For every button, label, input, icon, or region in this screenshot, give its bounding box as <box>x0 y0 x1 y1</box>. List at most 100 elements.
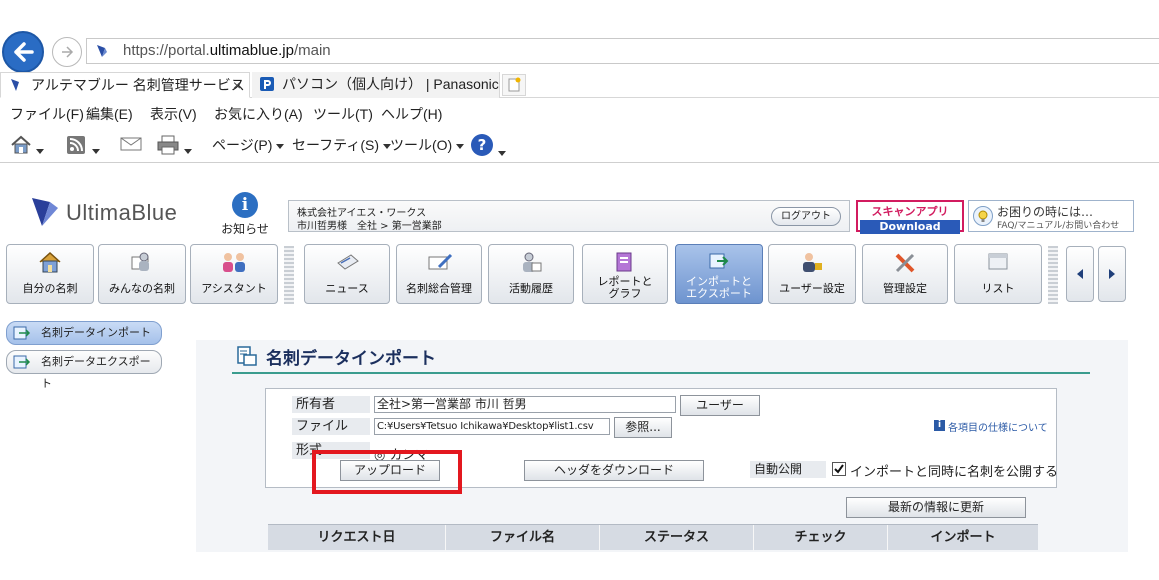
nav-user-settings[interactable]: ユーザー設定 <box>768 244 856 304</box>
scan-app-title: スキャンアプリ <box>871 205 949 218</box>
left-arrow-icon <box>1077 269 1083 279</box>
safety-menu[interactable]: セーフティ(S) <box>292 135 391 155</box>
auto-publish-text: インポートと同時に名刺を公開する <box>850 465 1059 480</box>
tab-ultimablue[interactable]: アルテマブルー 名刺管理サービス × <box>0 72 250 98</box>
browser-chrome: https://portal.ultimablue.jp/main アルテマブル… <box>0 0 1159 164</box>
printer-icon <box>157 135 179 155</box>
lightbulb-icon <box>973 206 993 226</box>
notice-label: お知らせ <box>221 222 269 236</box>
chevron-down-icon <box>276 143 285 149</box>
contacts-icon <box>131 252 149 271</box>
help-subtitle: FAQ/マニュアル/お問い合わせ <box>997 221 1120 231</box>
nav-scroll-right-button[interactable] <box>1098 246 1126 302</box>
rss-icon <box>67 136 85 154</box>
account-box: 株式会社アイエス・ワークス 市川哲男様 全社 > 第一営業部 ログアウト <box>288 200 850 232</box>
back-button[interactable] <box>2 31 44 73</box>
close-tab-icon[interactable]: × <box>233 73 241 97</box>
menu-tools[interactable]: ツール(T) <box>313 104 373 124</box>
report-chart-icon <box>616 252 632 272</box>
info-icon: i <box>232 192 258 218</box>
address-bar[interactable]: https://portal.ultimablue.jp/main <box>86 38 1159 64</box>
menu-edit[interactable]: 編集(E) <box>86 104 133 124</box>
home-button[interactable] <box>10 135 44 158</box>
nav-everyone-cards[interactable]: みんなの名刺 <box>98 244 186 304</box>
tab-strip: アルテマブルー 名刺管理サービス × パソコン（個人向け） | Panasoni… <box>0 72 1159 98</box>
nav-import-export[interactable]: インポートと エクスポート <box>675 244 763 304</box>
assistant-people-icon <box>223 253 245 272</box>
nav-list[interactable]: リスト <box>954 244 1042 304</box>
newspaper-icon <box>337 254 359 270</box>
nav-my-cards[interactable]: 自分の名刺 <box>6 244 94 304</box>
scan-app-download[interactable]: スキャンアプリ Download <box>856 200 964 234</box>
user-select-button[interactable]: ユーザー <box>680 395 760 416</box>
forward-arrow-icon <box>62 46 74 58</box>
menu-help[interactable]: ヘルプ(H) <box>381 104 442 124</box>
home-icon <box>11 135 31 154</box>
tab-label: アルテマブルー 名刺管理サービス <box>31 77 245 93</box>
import-export-icon <box>709 253 729 269</box>
ultimablue-logo[interactable]: UltimaBlue <box>28 190 198 234</box>
menu-favorites[interactable]: お気に入り(A) <box>214 104 303 124</box>
help-button[interactable]: ? <box>470 133 506 160</box>
chevron-down-icon <box>456 143 465 149</box>
url-text: https://portal.ultimablue.jp/main <box>123 42 331 59</box>
nav-admin-settings[interactable]: 管理設定 <box>862 244 948 304</box>
logout-button[interactable]: ログアウト <box>771 207 841 226</box>
card-edit-icon <box>428 253 453 270</box>
nav-card-management[interactable]: 名刺総合管理 <box>396 244 482 304</box>
column-file-name[interactable]: ファイル名 <box>446 525 600 551</box>
notice-button[interactable]: i お知らせ <box>214 192 276 238</box>
column-status[interactable]: ステータス <box>600 525 754 551</box>
chevron-down-icon <box>92 148 100 154</box>
file-label: ファイル <box>292 418 370 435</box>
auto-publish-checkbox[interactable] <box>832 462 846 476</box>
chevron-down-icon <box>498 150 506 156</box>
import-history-table-header: リクエスト日 ファイル名 ステータス チェック インポート <box>268 524 1038 551</box>
logo-mark-icon <box>32 198 58 226</box>
nav-activity[interactable]: 活動履歴 <box>488 244 574 304</box>
download-header-button[interactable]: ヘッダをダウンロード <box>524 460 704 481</box>
page-menu[interactable]: ページ(P) <box>212 135 285 155</box>
export-icon <box>13 355 31 369</box>
tools-menu[interactable]: ツール(O) <box>390 135 465 155</box>
print-button[interactable] <box>156 135 192 158</box>
activity-person-icon <box>523 252 542 272</box>
field-spec-link[interactable]: i 各項目の仕様について <box>934 419 1048 434</box>
auto-publish-label: 自動公開 <box>750 461 826 478</box>
mail-button[interactable] <box>120 135 142 156</box>
browse-button[interactable]: 参照... <box>614 417 672 438</box>
new-tab-icon <box>508 77 521 92</box>
column-import[interactable]: インポート <box>888 525 1038 551</box>
new-tab-button[interactable] <box>502 74 526 96</box>
owner-label: 所有者 <box>292 396 370 413</box>
subnav-card-import[interactable]: 名刺データインポート <box>6 321 162 345</box>
list-icon <box>988 253 1008 270</box>
forward-button[interactable] <box>52 37 82 67</box>
import-icon <box>13 326 31 340</box>
nav-news[interactable]: ニュース <box>304 244 390 304</box>
house-icon <box>39 251 61 273</box>
menu-file[interactable]: ファイル(F) <box>10 104 84 124</box>
column-request-date[interactable]: リクエスト日 <box>268 525 446 551</box>
subnav-card-export[interactable]: 名刺データエクスポート <box>6 350 162 390</box>
refresh-button[interactable]: 最新の情報に更新 <box>846 497 1026 518</box>
help-box[interactable]: お困りの時には… FAQ/マニュアル/お問い合わせ <box>968 200 1134 232</box>
nav-assistant[interactable]: アシスタント <box>190 244 278 304</box>
question-mark-icon: ? <box>471 134 493 156</box>
nav-divider <box>284 246 294 304</box>
back-arrow-icon <box>14 42 34 62</box>
feeds-button[interactable] <box>66 135 100 158</box>
nav-scroll-left-button[interactable] <box>1066 246 1094 302</box>
column-check[interactable]: チェック <box>754 525 888 551</box>
menu-view[interactable]: 表示(V) <box>150 104 197 124</box>
tab-panasonic[interactable]: パソコン（個人向け） | Panasonic <box>252 72 500 98</box>
nav-report-graph[interactable]: レポートと グラフ <box>582 244 668 304</box>
logo-text: UltimaBlue <box>66 200 178 225</box>
file-path-field[interactable]: C:¥Users¥Tetsuo Ichikawa¥Desktop¥list1.c… <box>374 418 610 435</box>
owner-field[interactable]: 全社>第一営業部 市川 哲男 <box>374 396 676 413</box>
nav-divider <box>1048 246 1058 304</box>
site-favicon-icon <box>97 45 107 57</box>
tab-label: パソコン（個人向け） | Panasonic <box>282 76 499 92</box>
highlight-box <box>312 450 462 494</box>
page-title: 名刺データインポート <box>236 344 436 369</box>
